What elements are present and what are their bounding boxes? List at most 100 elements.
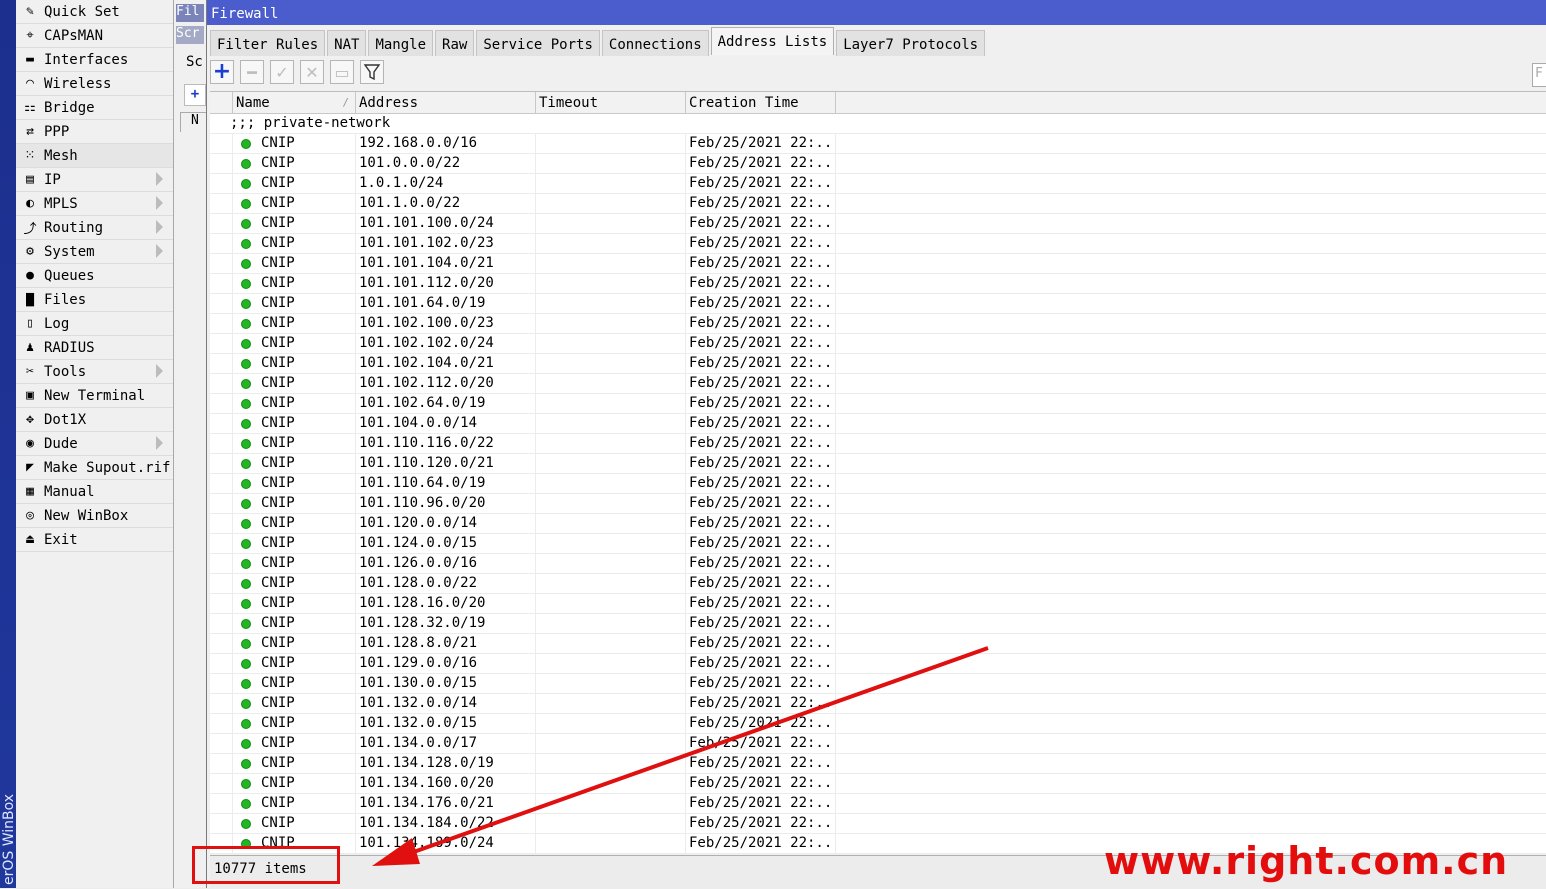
menu-item-log[interactable]: ▯ Log — [16, 312, 173, 336]
table-row[interactable]: CNIP 192.168.0.0/16 Feb/25/2021 22:... — [210, 134, 1546, 154]
menu-item-files[interactable]: ▇ Files — [16, 288, 173, 312]
background-add-button[interactable]: + — [184, 84, 206, 106]
menu-item-mpls[interactable]: ◐ MPLS — [16, 192, 173, 216]
table-row[interactable]: CNIP 101.101.100.0/24 Feb/25/2021 22:... — [210, 214, 1546, 234]
menu-item-mesh[interactable]: ⁙ Mesh — [16, 144, 173, 168]
submenu-arrow-icon — [156, 436, 163, 450]
menu-item-make-supout-rif[interactable]: ◤ Make Supout.rif — [16, 456, 173, 480]
table-row[interactable]: CNIP 101.102.104.0/21 Feb/25/2021 22:... — [210, 354, 1546, 374]
table-row[interactable]: CNIP 101.129.0.0/16 Feb/25/2021 22:... — [210, 654, 1546, 674]
table-row[interactable]: CNIP 101.110.120.0/21 Feb/25/2021 22:... — [210, 454, 1546, 474]
table-row[interactable]: CNIP 101.134.128.0/19 Feb/25/2021 22:... — [210, 754, 1546, 774]
cell-creation-time: Feb/25/2021 22:... — [686, 474, 836, 493]
table-row[interactable]: CNIP 101.102.112.0/20 Feb/25/2021 22:... — [210, 374, 1546, 394]
table-row[interactable]: CNIP 101.134.160.0/20 Feb/25/2021 22:... — [210, 774, 1546, 794]
window-title[interactable]: Firewall — [207, 0, 1546, 25]
table-row[interactable]: CNIP 101.132.0.0/14 Feb/25/2021 22:... — [210, 694, 1546, 714]
background-column-header: N — [180, 112, 206, 132]
menu-item-queues[interactable]: ● Queues — [16, 264, 173, 288]
menu-item-ppp[interactable]: ⇄ PPP — [16, 120, 173, 144]
column-header-address[interactable]: Address — [356, 92, 536, 113]
table-row[interactable]: CNIP 101.134.184.0/22 Feb/25/2021 22:... — [210, 814, 1546, 834]
table-row[interactable]: CNIP 101.128.16.0/20 Feb/25/2021 22:... — [210, 594, 1546, 614]
menu-item-new-winbox[interactable]: ◎ New WinBox — [16, 504, 173, 528]
table-row[interactable]: CNIP 101.124.0.0/15 Feb/25/2021 22:... — [210, 534, 1546, 554]
tab-filter-rules[interactable]: Filter Rules — [210, 30, 326, 56]
cell-filler — [836, 674, 1546, 693]
column-header-creation-time[interactable]: Creation Time — [686, 92, 836, 113]
menu-item-manual[interactable]: ▦ Manual — [16, 480, 173, 504]
menu-item-label: Exit — [44, 531, 78, 548]
menu-item-system[interactable]: ⚙ System — [16, 240, 173, 264]
cell-timeout — [536, 514, 686, 533]
table-row[interactable]: CNIP 101.102.64.0/19 Feb/25/2021 22:... — [210, 394, 1546, 414]
tab-mangle[interactable]: Mangle — [368, 30, 434, 56]
table-row[interactable]: CNIP 101.128.0.0/22 Feb/25/2021 22:... — [210, 574, 1546, 594]
table-row[interactable]: CNIP 101.101.64.0/19 Feb/25/2021 22:... — [210, 294, 1546, 314]
table-row[interactable]: CNIP 101.130.0.0/15 Feb/25/2021 22:... — [210, 674, 1546, 694]
table-row[interactable]: CNIP 101.102.102.0/24 Feb/25/2021 22:... — [210, 334, 1546, 354]
tab-raw[interactable]: Raw — [435, 30, 475, 56]
cell-name: CNIP — [233, 754, 356, 773]
menu-item-quick-set[interactable]: ✎ Quick Set — [16, 0, 173, 24]
table-row[interactable]: CNIP 101.132.0.0/15 Feb/25/2021 22:... — [210, 714, 1546, 734]
table-row[interactable]: CNIP 101.110.96.0/20 Feb/25/2021 22:... — [210, 494, 1546, 514]
status-enabled-icon — [241, 798, 251, 809]
column-header-status[interactable] — [210, 92, 233, 113]
cell-name-text: CNIP — [261, 635, 295, 651]
find-input[interactable]: F — [1532, 63, 1546, 87]
tab-layer7-protocols[interactable]: Layer7 Protocols — [836, 30, 986, 56]
remove-button[interactable]: ━ — [240, 60, 264, 84]
address-list-table: Name / Address Timeout Creation Time ;;; … — [210, 91, 1546, 854]
table-row[interactable]: CNIP 101.101.112.0/20 Feb/25/2021 22:... — [210, 274, 1546, 294]
background-window-title[interactable]: Fil — [176, 4, 204, 22]
comment-row[interactable]: ;;; private-network — [210, 114, 1546, 134]
table-row[interactable]: CNIP 101.101.102.0/23 Feb/25/2021 22:... — [210, 234, 1546, 254]
table-row[interactable]: CNIP 101.128.32.0/19 Feb/25/2021 22:... — [210, 614, 1546, 634]
comment-button[interactable]: ▭ — [330, 60, 354, 84]
menu-item-routing[interactable]: ⤴ Routing — [16, 216, 173, 240]
row-marker — [210, 134, 233, 153]
tab-service-ports[interactable]: Service Ports — [476, 30, 600, 56]
tab-connections[interactable]: Connections — [601, 30, 709, 56]
disable-button[interactable]: ✕ — [300, 60, 324, 84]
table-row[interactable]: CNIP 101.0.0.0/22 Feb/25/2021 22:... — [210, 154, 1546, 174]
menu-item-bridge[interactable]: ⚏ Bridge — [16, 96, 173, 120]
cell-timeout — [536, 414, 686, 433]
menu-item-tools[interactable]: ✂ Tools — [16, 360, 173, 384]
table-row[interactable]: CNIP 101.110.64.0/19 Feb/25/2021 22:... — [210, 474, 1546, 494]
cell-timeout — [536, 754, 686, 773]
add-button[interactable]: + — [210, 60, 234, 84]
column-header-timeout[interactable]: Timeout — [536, 92, 686, 113]
cell-name: CNIP — [233, 254, 356, 273]
enable-button[interactable]: ✓ — [270, 60, 294, 84]
menu-item-new-terminal[interactable]: ▣ New Terminal — [16, 384, 173, 408]
menu-item-capsman[interactable]: ⌖ CAPsMAN — [16, 24, 173, 48]
table-row[interactable]: CNIP 101.102.100.0/23 Feb/25/2021 22:... — [210, 314, 1546, 334]
menu-item-ip[interactable]: ▤ IP — [16, 168, 173, 192]
table-row[interactable]: CNIP 1.0.1.0/24 Feb/25/2021 22:... — [210, 174, 1546, 194]
cell-name: CNIP — [233, 354, 356, 373]
table-row[interactable]: CNIP 101.1.0.0/22 Feb/25/2021 22:... — [210, 194, 1546, 214]
table-row[interactable]: CNIP 101.110.116.0/22 Feb/25/2021 22:... — [210, 434, 1546, 454]
menu-item-exit[interactable]: ⏏ Exit — [16, 528, 173, 552]
cell-creation-time: Feb/25/2021 22:... — [686, 394, 836, 413]
table-row[interactable]: CNIP 101.101.104.0/21 Feb/25/2021 22:... — [210, 254, 1546, 274]
menu-item-dude[interactable]: ◉ Dude — [16, 432, 173, 456]
tab-nat[interactable]: NAT — [327, 30, 367, 56]
table-row[interactable]: CNIP 101.134.0.0/17 Feb/25/2021 22:... — [210, 734, 1546, 754]
table-row[interactable]: CNIP 101.134.176.0/21 Feb/25/2021 22:... — [210, 794, 1546, 814]
menu-item-interfaces[interactable]: ▬ Interfaces — [16, 48, 173, 72]
column-header-name[interactable]: Name / — [233, 92, 356, 113]
menu-item-radius[interactable]: ♟ RADIUS — [16, 336, 173, 360]
menu-item-wireless[interactable]: ◠ Wireless — [16, 72, 173, 96]
menu-item-dot1x[interactable]: ✥ Dot1X — [16, 408, 173, 432]
table-row[interactable]: CNIP 101.120.0.0/14 Feb/25/2021 22:... — [210, 514, 1546, 534]
table-row[interactable]: CNIP 101.128.8.0/21 Feb/25/2021 22:... — [210, 634, 1546, 654]
tab-address-lists[interactable]: Address Lists — [710, 27, 835, 55]
background-window-title-2[interactable]: Scr — [176, 26, 204, 44]
table-row[interactable]: CNIP 101.104.0.0/14 Feb/25/2021 22:... — [210, 414, 1546, 434]
filter-button[interactable] — [360, 60, 384, 84]
table-row[interactable]: CNIP 101.126.0.0/16 Feb/25/2021 22:... — [210, 554, 1546, 574]
menu-item-label: Queues — [44, 267, 95, 284]
